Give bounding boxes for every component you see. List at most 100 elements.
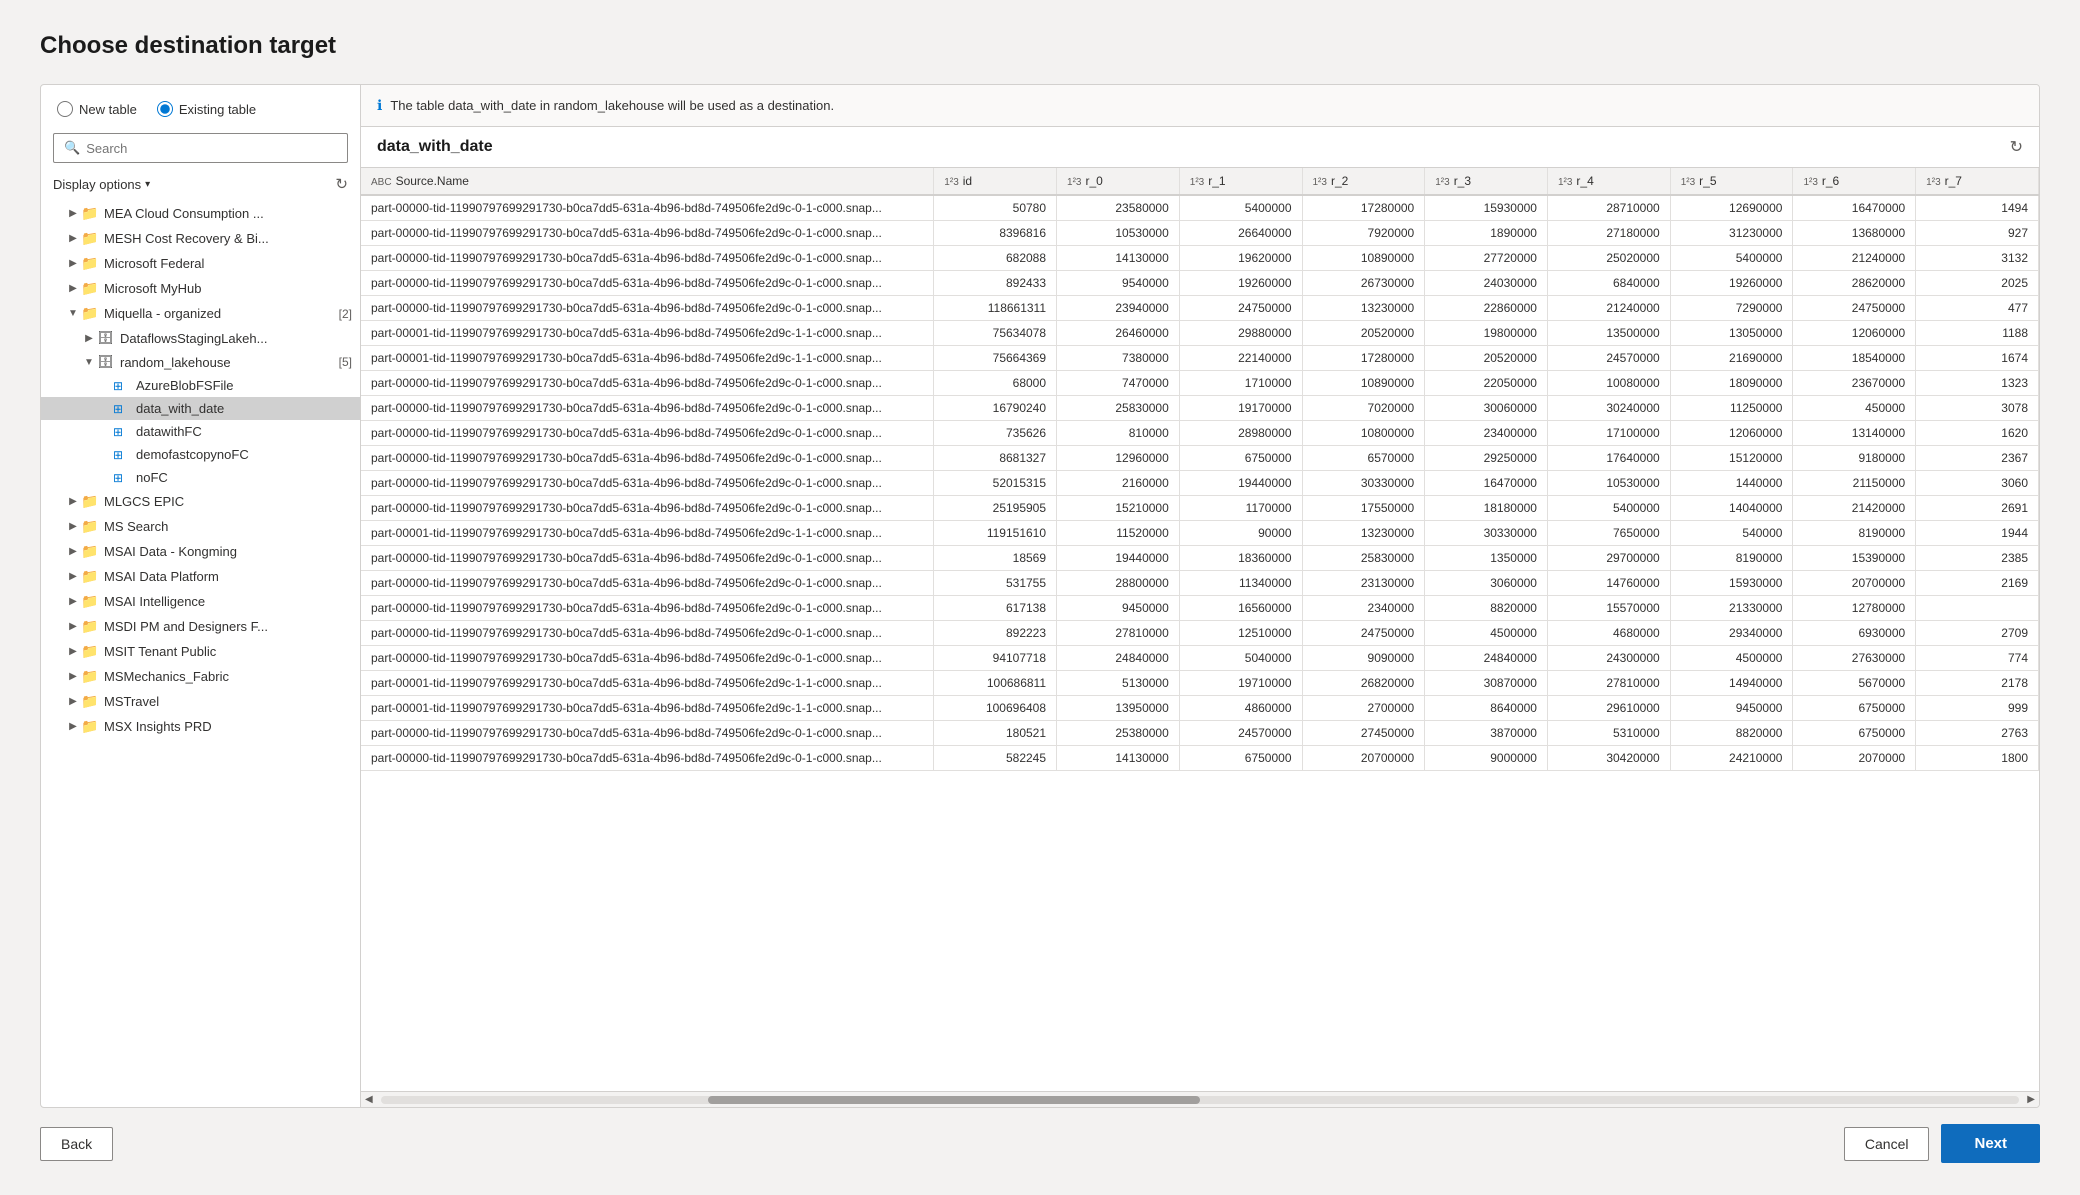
- table-row: part-00000-tid-11990797699291730-b0ca7dd…: [361, 621, 2039, 646]
- table-cell: 75634078: [934, 321, 1057, 346]
- tree-item-msx[interactable]: ▶ 📁 MSX Insights PRD: [41, 714, 360, 739]
- table-cell: 2178: [1916, 671, 2039, 696]
- table-cell: 15210000: [1057, 496, 1180, 521]
- table-cell: 23940000: [1057, 296, 1180, 321]
- folder-icon: 📁: [81, 493, 99, 510]
- tree-item-datawithfc[interactable]: ▶ ⊞ datawithFC: [41, 420, 360, 443]
- tree-item-random-lakehouse[interactable]: ▼ 🗄 random_lakehouse [5]: [41, 350, 360, 374]
- table-refresh-button[interactable]: ↻: [2010, 137, 2023, 157]
- table-cell: 5040000: [1179, 646, 1302, 671]
- data-table: ABCSource.Name 1²3id 1²3r_0 1²3r_1: [361, 168, 2039, 771]
- table-cell: 1620: [1916, 421, 2039, 446]
- h-scrollbar-thumb[interactable]: [708, 1096, 1200, 1104]
- table-cell: 100696408: [934, 696, 1057, 721]
- tree-item-mssearch[interactable]: ▶ 📁 MS Search: [41, 514, 360, 539]
- radio-group: New table Existing table: [41, 101, 360, 133]
- tree-item-mesh[interactable]: ▶ 📁 MESH Cost Recovery & Bi...: [41, 226, 360, 251]
- h-scrollbar-track[interactable]: [381, 1096, 2020, 1104]
- tree-item-msmechanics[interactable]: ▶ 📁 MSMechanics_Fabric: [41, 664, 360, 689]
- tree-item-msfederal[interactable]: ▶ 📁 Microsoft Federal: [41, 251, 360, 276]
- tree-item-mlgcs[interactable]: ▶ 📁 MLGCS EPIC: [41, 489, 360, 514]
- tree-item-mea[interactable]: ▶ 📁 MEA Cloud Consumption ...: [41, 201, 360, 226]
- table-cell: 22050000: [1425, 371, 1548, 396]
- cancel-button[interactable]: Cancel: [1844, 1127, 1930, 1161]
- scroll-right-arrow[interactable]: ▶: [2027, 1094, 2035, 1105]
- expand-icon: ▶: [65, 621, 81, 632]
- search-input[interactable]: [86, 141, 337, 156]
- table-cell: part-00000-tid-11990797699291730-b0ca7dd…: [361, 446, 934, 471]
- display-options-button[interactable]: Display options ▾: [53, 177, 150, 192]
- table-cell: 1890000: [1425, 221, 1548, 246]
- back-button[interactable]: Back: [40, 1127, 113, 1161]
- table-cell: 24840000: [1057, 646, 1180, 671]
- table-cell: 1494: [1916, 195, 2039, 221]
- expand-icon: ▶: [65, 496, 81, 507]
- table-cell: 892433: [934, 271, 1057, 296]
- tree-item-demofastcopy[interactable]: ▶ ⊞ demofastcopynoFC: [41, 443, 360, 466]
- table-cell: 2025: [1916, 271, 2039, 296]
- data-table-container[interactable]: ABCSource.Name 1²3id 1²3r_0 1²3r_1: [361, 168, 2039, 1091]
- refresh-icon[interactable]: ↻: [335, 175, 348, 193]
- scroll-left-arrow[interactable]: ◀: [365, 1094, 373, 1105]
- folder-icon: 📁: [81, 543, 99, 560]
- table-row: part-00000-tid-11990797699291730-b0ca7dd…: [361, 596, 2039, 621]
- table-cell: 25020000: [1547, 246, 1670, 271]
- table-row: part-00000-tid-11990797699291730-b0ca7dd…: [361, 195, 2039, 221]
- table-cell: 20520000: [1425, 346, 1548, 371]
- table-cell: 774: [1916, 646, 2039, 671]
- table-cell: 10890000: [1302, 246, 1425, 271]
- expand-icon: ▶: [65, 521, 81, 532]
- table-cell: part-00000-tid-11990797699291730-b0ca7dd…: [361, 195, 934, 221]
- table-cell: 6930000: [1793, 621, 1916, 646]
- table-cell: 17550000: [1302, 496, 1425, 521]
- table-icon: ⊞: [113, 448, 131, 462]
- search-icon: 🔍: [64, 140, 80, 156]
- table-cell: 26730000: [1302, 271, 1425, 296]
- table-cell: 24570000: [1547, 346, 1670, 371]
- tree-item-myhub[interactable]: ▶ 📁 Microsoft MyHub: [41, 276, 360, 301]
- table-cell: 14040000: [1670, 496, 1793, 521]
- table-cell: 27810000: [1057, 621, 1180, 646]
- table-cell: 1440000: [1670, 471, 1793, 496]
- tree-item-msai-intel[interactable]: ▶ 📁 MSAI Intelligence: [41, 589, 360, 614]
- table-cell: 16470000: [1425, 471, 1548, 496]
- folder-icon: 📁: [81, 255, 99, 272]
- horizontal-scrollbar[interactable]: ◀ ▶: [361, 1091, 2039, 1107]
- tree-item-dataflows[interactable]: ▶ 🗄 DataflowsStagingLakeh...: [41, 326, 360, 350]
- table-cell: 68000: [934, 371, 1057, 396]
- table-cell: 50780: [934, 195, 1057, 221]
- tree-item-azureblob[interactable]: ▶ ⊞ AzureBlobFSFile: [41, 374, 360, 397]
- table-row: part-00000-tid-11990797699291730-b0ca7dd…: [361, 296, 2039, 321]
- lakehouse-icon: 🗄: [97, 354, 115, 370]
- table-cell: 10890000: [1302, 371, 1425, 396]
- tree-item-msai-kong[interactable]: ▶ 📁 MSAI Data - Kongming: [41, 539, 360, 564]
- right-panel: ℹ The table data_with_date in random_lak…: [361, 85, 2039, 1107]
- table-cell: 90000: [1179, 521, 1302, 546]
- tree-item-miquella[interactable]: ▼ 📁 Miquella - organized [2]: [41, 301, 360, 326]
- tree-item-msit[interactable]: ▶ 📁 MSIT Tenant Public: [41, 639, 360, 664]
- table-cell: 6570000: [1302, 446, 1425, 471]
- table-cell: part-00000-tid-11990797699291730-b0ca7dd…: [361, 721, 934, 746]
- tree-item-nofc[interactable]: ▶ ⊞ noFC: [41, 466, 360, 489]
- table-cell: 3060: [1916, 471, 2039, 496]
- table-cell: 19620000: [1179, 246, 1302, 271]
- tree-item-mstravel[interactable]: ▶ 📁 MSTravel: [41, 689, 360, 714]
- existing-table-radio[interactable]: Existing table: [157, 101, 256, 117]
- table-cell: 27450000: [1302, 721, 1425, 746]
- table-cell: 11520000: [1057, 521, 1180, 546]
- expand-icon: ▶: [65, 721, 81, 732]
- tree-item-msai-platform[interactable]: ▶ 📁 MSAI Data Platform: [41, 564, 360, 589]
- new-table-radio[interactable]: New table: [57, 101, 137, 117]
- table-cell: 18180000: [1425, 496, 1548, 521]
- table-cell: 582245: [934, 746, 1057, 771]
- tree-item-data-with-date[interactable]: ▶ ⊞ data_with_date: [41, 397, 360, 420]
- tree-item-msdi[interactable]: ▶ 📁 MSDI PM and Designers F...: [41, 614, 360, 639]
- table-cell: 6750000: [1793, 696, 1916, 721]
- table-cell: 23580000: [1057, 195, 1180, 221]
- table-cell: 9540000: [1057, 271, 1180, 296]
- col-header-r3: 1²3r_3: [1425, 168, 1548, 195]
- footer: Back Cancel Next: [40, 1108, 2040, 1163]
- table-row: part-00001-tid-11990797699291730-b0ca7dd…: [361, 321, 2039, 346]
- next-button[interactable]: Next: [1941, 1124, 2040, 1163]
- col-header-r5: 1²3r_5: [1670, 168, 1793, 195]
